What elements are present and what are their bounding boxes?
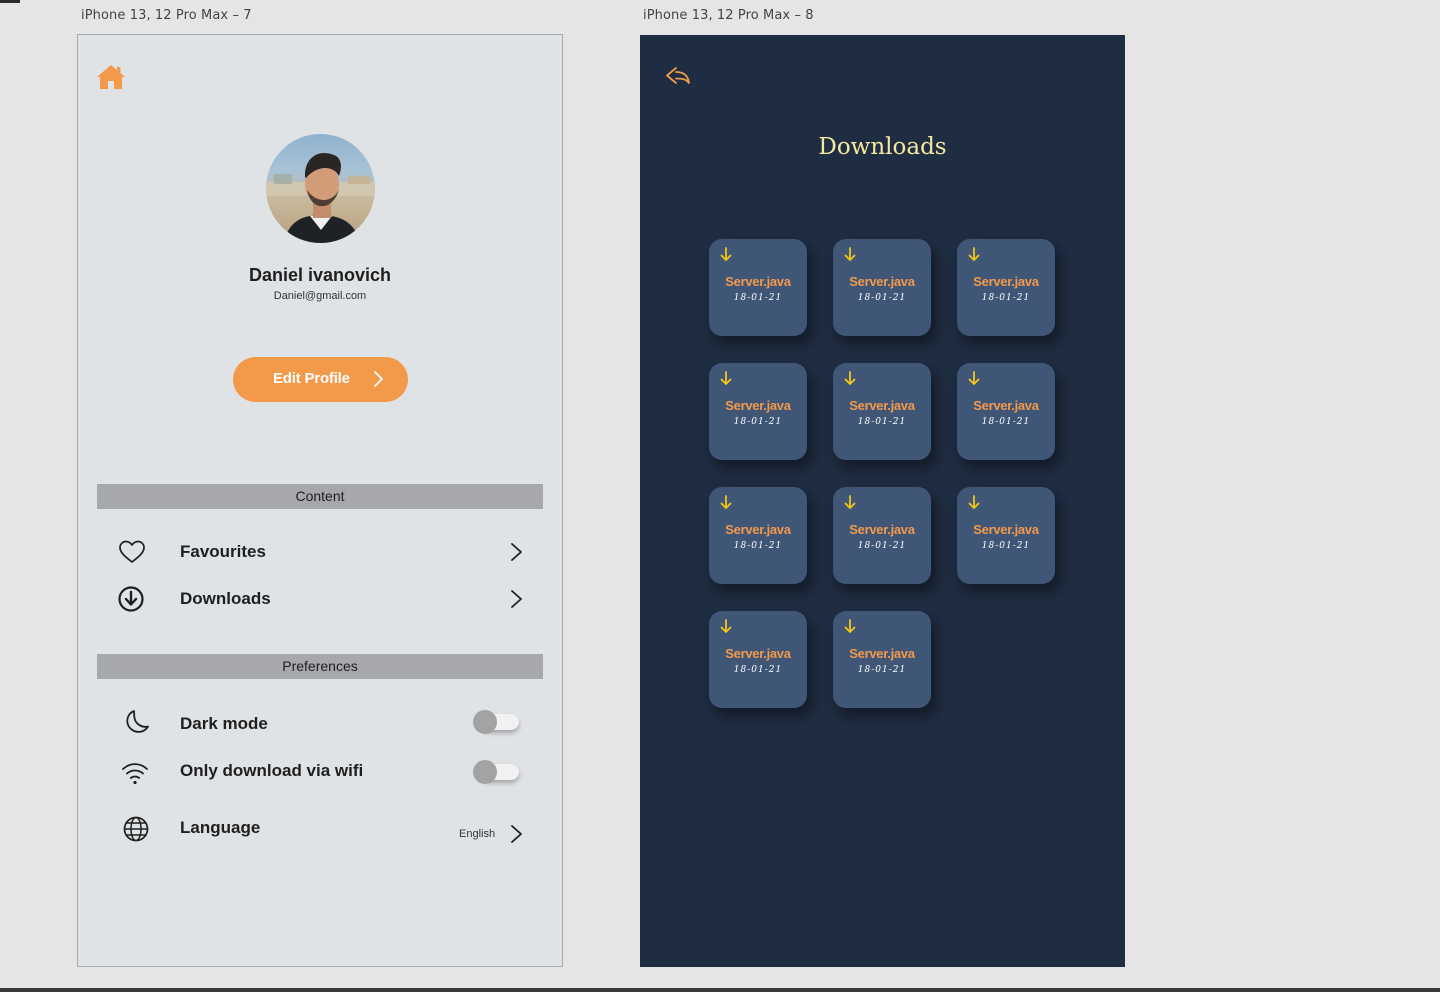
downloads-screen: Downloads Server.java 18-01-21 Server.java… — [640, 35, 1125, 967]
download-tile[interactable]: Server.java 18-01-21 — [957, 239, 1055, 336]
language-value: English — [459, 828, 496, 840]
file-name: Server.java — [973, 522, 1039, 537]
file-date: 18-01-21 — [733, 293, 783, 303]
pref-item-wifi-only: Only download via wifi — [78, 752, 562, 792]
file-date: 18-01-21 — [981, 541, 1031, 551]
profile-screen: Daniel ivanovich Daniel@gmail.com Edit P… — [77, 34, 563, 967]
arrow-down-icon — [720, 371, 732, 385]
download-tile[interactable]: Server.java 18-01-21 — [833, 363, 931, 460]
favourites-label: Favourites — [180, 542, 266, 561]
arrow-down-icon — [844, 247, 856, 261]
arrow-down-icon — [968, 495, 980, 509]
download-tile[interactable]: Server.java 18-01-21 — [833, 239, 931, 336]
file-date: 18-01-21 — [857, 293, 907, 303]
content-section-header: Content — [97, 484, 543, 509]
chevron-right-icon — [374, 371, 383, 387]
wifi-only-label: Only download via wifi — [180, 761, 364, 780]
downloads-label: Downloads — [180, 589, 271, 608]
download-circle-icon — [118, 586, 144, 612]
pref-item-dark-mode: Dark mode — [78, 704, 562, 744]
download-tile[interactable]: Server.java 18-01-21 — [709, 239, 807, 336]
file-date: 18-01-21 — [981, 293, 1031, 303]
home-icon[interactable] — [96, 63, 126, 91]
download-tile[interactable]: Server.java 18-01-21 — [957, 487, 1055, 584]
preferences-section-header: Preferences — [97, 654, 543, 679]
chevron-right-icon — [511, 590, 522, 608]
file-name: Server.java — [849, 522, 915, 537]
wifi-icon — [122, 763, 148, 785]
artboard-label-left: iPhone 13, 12 Pro Max – 7 — [81, 8, 252, 23]
canvas-bottom-edge — [0, 988, 1440, 992]
download-tile[interactable]: Server.java 18-01-21 — [957, 363, 1055, 460]
arrow-down-icon — [844, 371, 856, 385]
download-tile[interactable]: Server.java 18-01-21 — [709, 611, 807, 708]
file-name: Server.java — [725, 646, 791, 661]
arrow-down-icon — [968, 247, 980, 261]
file-name: Server.java — [725, 522, 791, 537]
download-tile[interactable]: Server.java 18-01-21 — [833, 487, 931, 584]
edit-profile-label: Edit Profile — [273, 370, 350, 387]
downloads-title: Downloads — [818, 134, 947, 160]
file-date: 18-01-21 — [857, 541, 907, 551]
download-tile[interactable]: Server.java 18-01-21 — [833, 611, 931, 708]
file-date: 18-01-21 — [857, 665, 907, 675]
file-name: Server.java — [849, 646, 915, 661]
file-name: Server.java — [973, 398, 1039, 413]
toggle-knob — [473, 710, 497, 734]
arrow-down-icon — [720, 495, 732, 509]
file-date: 18-01-21 — [733, 541, 783, 551]
file-date: 18-01-21 — [857, 417, 907, 427]
pref-item-language[interactable]: Language English — [78, 809, 562, 849]
user-email: Daniel@gmail.com — [273, 290, 367, 302]
wifi-only-toggle[interactable] — [473, 760, 521, 784]
language-label: Language — [180, 818, 261, 837]
moon-icon — [126, 710, 149, 733]
dark-mode-toggle[interactable] — [473, 710, 521, 734]
file-name: Server.java — [849, 398, 915, 413]
file-name: Server.java — [849, 274, 915, 289]
arrow-down-icon — [844, 619, 856, 633]
heart-icon — [119, 540, 145, 563]
avatar — [266, 134, 375, 243]
chevron-right-icon — [511, 825, 522, 843]
file-date: 18-01-21 — [733, 417, 783, 427]
toggle-knob — [473, 760, 497, 784]
globe-icon — [123, 816, 149, 842]
chevron-right-icon — [511, 543, 522, 561]
file-name: Server.java — [725, 274, 791, 289]
reply-back-icon[interactable] — [664, 63, 692, 89]
arrow-down-icon — [720, 619, 732, 633]
file-name: Server.java — [973, 274, 1039, 289]
user-name: Daniel ivanovich — [248, 265, 392, 285]
file-date: 18-01-21 — [981, 417, 1031, 427]
file-name: Server.java — [725, 398, 791, 413]
menu-item-downloads[interactable]: Downloads — [78, 579, 562, 619]
arrow-down-icon — [844, 495, 856, 509]
download-tile[interactable]: Server.java 18-01-21 — [709, 363, 807, 460]
edit-profile-button[interactable]: Edit Profile — [233, 357, 408, 402]
dark-mode-label: Dark mode — [180, 714, 268, 733]
menu-item-favourites[interactable]: Favourites — [78, 532, 562, 572]
arrow-down-icon — [968, 371, 980, 385]
download-tile[interactable]: Server.java 18-01-21 — [709, 487, 807, 584]
artboard-label-right: iPhone 13, 12 Pro Max – 8 — [643, 8, 814, 23]
arrow-down-icon — [720, 247, 732, 261]
canvas-corner-mark — [0, 0, 20, 3]
file-date: 18-01-21 — [733, 665, 783, 675]
